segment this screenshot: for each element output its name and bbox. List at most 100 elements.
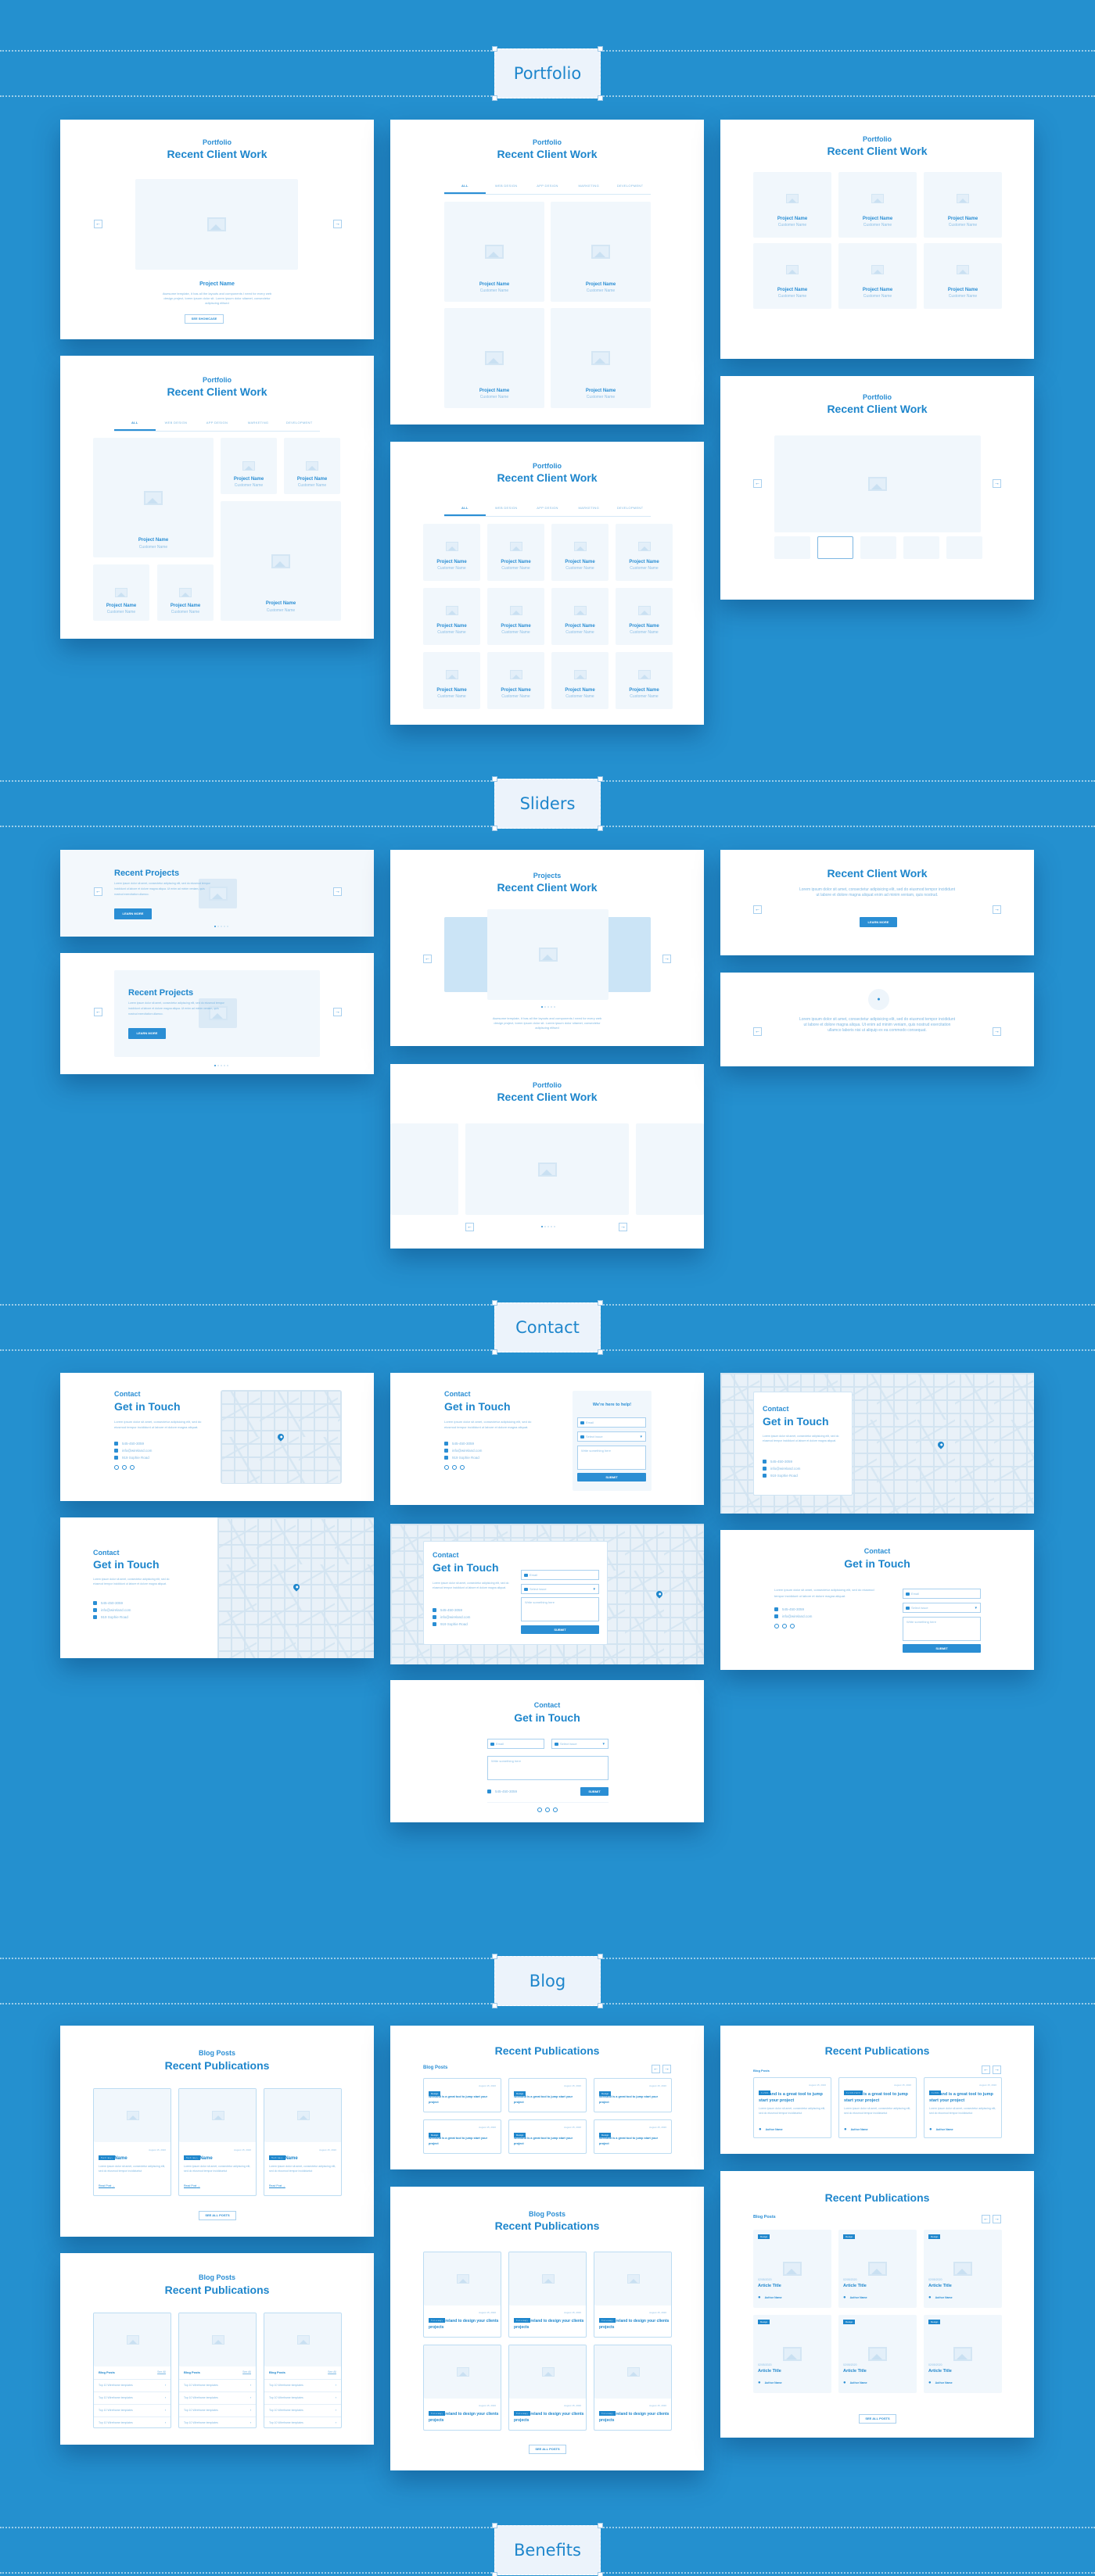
post-tile[interactable]: Design 02/05/2020 Article Title ● Author … — [753, 2315, 831, 2393]
email-input[interactable]: Email — [903, 1589, 981, 1599]
facebook-icon[interactable] — [114, 1465, 119, 1470]
project-tile[interactable]: Project Name Customer Name — [838, 172, 917, 238]
project-tile[interactable]: Project Name Customer Name — [616, 652, 673, 709]
map[interactable] — [217, 1517, 374, 1658]
project-tile[interactable]: Project Name Customer Name — [753, 243, 831, 309]
project-tile[interactable]: Project Name Customer Name — [423, 588, 480, 645]
project-tile[interactable]: Project Name Customer Name — [93, 438, 214, 557]
prev-arrow-button[interactable]: ← — [94, 1008, 102, 1016]
article-card[interactable]: Technology August 15, 2020 Article Name L… — [178, 2088, 257, 2196]
project-tile[interactable]: Project Name Customer Name — [444, 202, 544, 302]
slider-dots[interactable] — [541, 1226, 555, 1227]
submit-button[interactable]: SUBMIT — [577, 1473, 646, 1481]
list-item[interactable]: Top 10 Wireframe templates › — [179, 2391, 256, 2404]
project-tile[interactable]: Project Name Customer Name — [423, 524, 480, 581]
tab-app-design[interactable]: APP DESIGN — [196, 421, 238, 431]
prev-arrow-button[interactable]: ← — [753, 905, 762, 914]
list-item[interactable]: Top 10 Wireframe templates › — [179, 2379, 256, 2391]
twitter-icon[interactable] — [545, 1807, 550, 1812]
list-item[interactable]: Top 10 Wireframe templates › — [179, 2417, 256, 2427]
post-card[interactable]: Design August 15, 2020 Wireland is a grea… — [594, 2119, 672, 2154]
post-card[interactable]: Development August 15, 2020 Wireland is a… — [838, 2077, 917, 2138]
slider-dots[interactable] — [214, 926, 228, 927]
side-slide-right[interactable] — [636, 1123, 704, 1215]
post-card[interactable]: Design August 15, 2020 Wireland is a grea… — [924, 2077, 1002, 2138]
read-post-link[interactable]: Read Post → — [269, 2184, 285, 2187]
facebook-icon[interactable] — [444, 1465, 449, 1470]
project-tile[interactable]: Project Name Customer Name — [838, 243, 917, 309]
twitter-icon[interactable] — [452, 1465, 457, 1470]
tab-all[interactable]: ALL — [114, 421, 156, 431]
issue-select[interactable]: Select issue — [903, 1603, 981, 1613]
post-card[interactable]: Technology August 15, 2020 Using Wireland… — [594, 2345, 672, 2431]
next-arrow-button[interactable]: → — [993, 905, 1001, 914]
post-card[interactable]: Design August 15, 2020 Wireland is a grea… — [594, 2078, 672, 2112]
next-arrow-button[interactable]: → — [662, 2065, 671, 2073]
email-input[interactable]: Email — [521, 1570, 599, 1580]
prev-arrow-button[interactable]: ← — [753, 479, 762, 488]
gallery-thumbnail[interactable] — [860, 536, 896, 559]
submit-button[interactable]: SUBMIT — [580, 1787, 609, 1796]
list-item[interactable]: Top 10 Wireframe templates › — [94, 2391, 171, 2404]
read-post-link[interactable]: Read Post → — [99, 2184, 115, 2187]
submit-button[interactable]: SUBMIT — [903, 1644, 981, 1653]
project-tile[interactable]: Project Name Customer Name — [487, 524, 544, 581]
prev-arrow-button[interactable]: ← — [465, 1223, 474, 1231]
next-arrow-button[interactable]: → — [333, 887, 342, 896]
next-arrow-button[interactable]: → — [993, 2215, 1001, 2223]
article-card[interactable]: Technology August 15, 2020 Article Name L… — [93, 2088, 171, 2196]
instagram-icon[interactable] — [790, 1624, 795, 1628]
issue-select[interactable]: Select issue — [577, 1431, 646, 1442]
message-textarea[interactable]: Write something here — [903, 1617, 981, 1641]
project-tile[interactable]: Project Name Customer Name — [616, 588, 673, 645]
see-all-posts-button[interactable]: SEE ALL POSTS — [529, 2445, 566, 2454]
next-arrow-button[interactable]: → — [333, 1008, 342, 1016]
prev-arrow-button[interactable]: ← — [94, 220, 102, 228]
next-arrow-button[interactable]: → — [993, 2065, 1001, 2074]
project-tile[interactable]: Project Name Customer Name — [157, 564, 214, 621]
tab-marketing[interactable]: MARKETING — [568, 184, 609, 194]
tab-development[interactable]: DEVELOPMENT — [278, 421, 320, 431]
prev-arrow-button[interactable]: ← — [94, 887, 102, 896]
learn-more-button[interactable]: LEARN MORE — [128, 1028, 166, 1039]
prev-arrow-button[interactable]: ← — [423, 955, 432, 963]
prev-arrow-button[interactable]: ← — [753, 1027, 762, 1036]
list-item[interactable]: Top 10 Wireframe templates › — [264, 2404, 341, 2417]
next-arrow-button[interactable]: → — [662, 955, 671, 963]
instagram-icon[interactable] — [460, 1465, 465, 1470]
side-slide-right[interactable] — [604, 917, 651, 992]
project-tile[interactable]: Project Name Customer Name — [93, 564, 149, 621]
section-label-sliders[interactable]: Sliders — [492, 776, 603, 831]
prev-arrow-button[interactable]: ← — [982, 2065, 990, 2074]
next-arrow-button[interactable]: → — [993, 479, 1001, 488]
post-tile[interactable]: Design 02/05/2020 Article Title ● Author … — [838, 2315, 917, 2393]
prev-arrow-button[interactable]: ← — [982, 2215, 990, 2223]
list-item[interactable]: Top 10 Wireframe templates › — [179, 2404, 256, 2417]
project-tile[interactable]: Project Name Customer Name — [444, 308, 544, 408]
see-all-posts-button[interactable]: SEE ALL POSTS — [199, 2211, 236, 2220]
project-tile[interactable]: Project Name Customer Name — [423, 652, 480, 709]
post-card[interactable]: Design August 15, 2020 Wireland is a grea… — [753, 2077, 831, 2138]
next-arrow-button[interactable]: → — [993, 1027, 1001, 1036]
slider-dots[interactable] — [214, 1065, 228, 1066]
post-card[interactable]: Design August 15, 2020 Wireland is a grea… — [508, 2119, 587, 2154]
learn-more-button[interactable]: LEARN MORE — [114, 908, 152, 919]
see-all-link[interactable]: See All — [157, 2370, 166, 2374]
gallery-thumbnail[interactable] — [774, 536, 810, 559]
next-arrow-button[interactable]: → — [333, 220, 342, 228]
project-tile[interactable]: Project Name Customer Name — [924, 172, 1002, 238]
section-label-blog[interactable]: Blog — [492, 1954, 603, 2008]
instagram-icon[interactable] — [130, 1465, 135, 1470]
project-tile[interactable]: Project Name Customer Name — [616, 524, 673, 581]
gallery-thumbnail[interactable] — [946, 536, 982, 559]
list-item[interactable]: Top 10 Wireframe templates › — [94, 2417, 171, 2427]
project-tile[interactable]: Project Name Customer Name — [284, 438, 340, 494]
issue-select[interactable]: Select issue — [521, 1584, 599, 1594]
tab-development[interactable]: DEVELOPMENT — [609, 506, 651, 516]
post-card[interactable]: Design August 15, 2020 Wireland is a grea… — [423, 2119, 501, 2154]
tab-web-design[interactable]: WEB DESIGN — [156, 421, 197, 431]
post-card[interactable]: Design August 15, 2020 Wireland is a grea… — [423, 2078, 501, 2112]
project-tile[interactable]: Project Name Customer Name — [551, 588, 609, 645]
twitter-icon[interactable] — [122, 1465, 127, 1470]
post-tile[interactable]: Design 02/05/2020 Article Title ● Author … — [924, 2230, 1002, 2308]
